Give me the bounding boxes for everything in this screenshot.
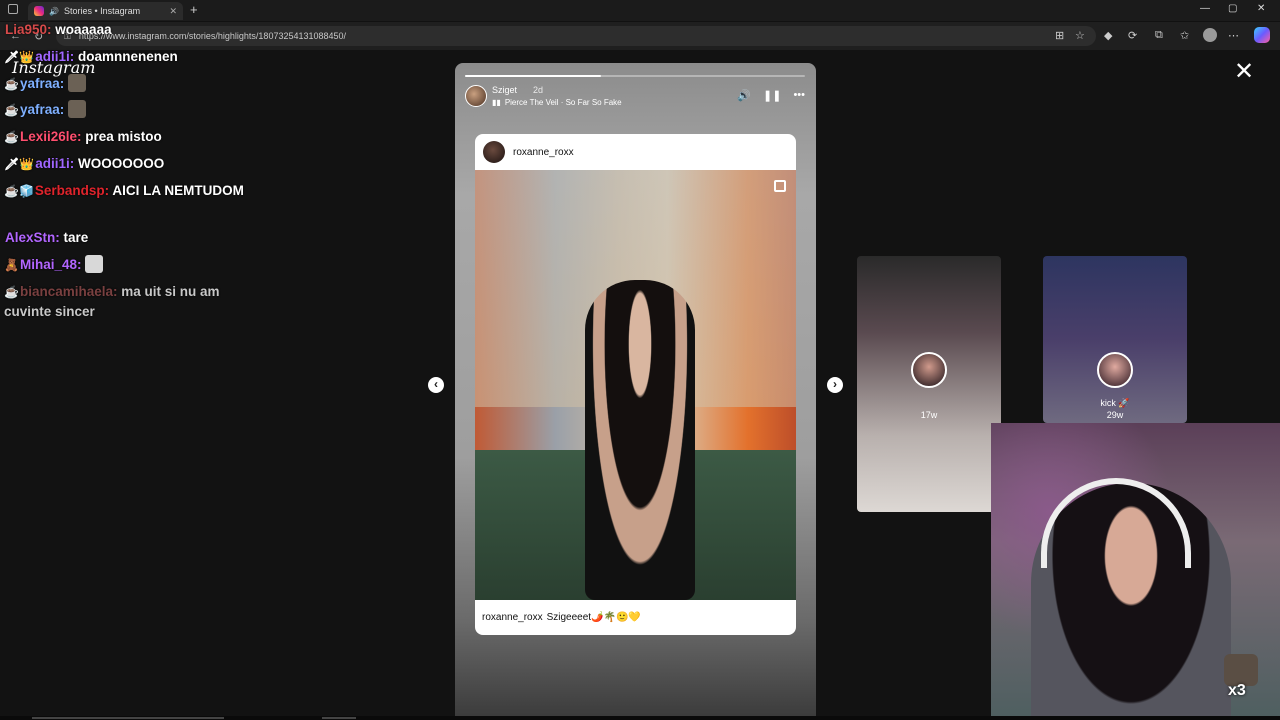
chat-text: doamnnenenen <box>77 49 178 64</box>
chat-message: ☕biancamihaela: ma uit si nu am cuvinte … <box>4 282 244 322</box>
favorite-star-icon[interactable]: ☆ <box>1075 29 1085 42</box>
chat-badges: ☕🧊 <box>4 184 34 198</box>
chat-username: yafraa: <box>19 76 65 91</box>
caption-text: Szigeeeet🌶️🌴🙂💛 <box>546 612 641 623</box>
chat-badges: ☕ <box>4 130 19 144</box>
story-preview[interactable]: kick 🚀 29w <box>1043 256 1187 423</box>
bottom-bar <box>0 716 1280 720</box>
music-bars-icon: ▮▮ <box>492 98 501 107</box>
chat-badges: ☕ <box>4 77 19 91</box>
chat-text: WOOOOOOO <box>77 156 165 171</box>
chat-text: tare <box>63 230 89 245</box>
story-progress-bar <box>465 75 805 77</box>
story-song[interactable]: ▮▮ Pierce The Veil · So Far So Fake <box>492 98 622 107</box>
chat-message: 🗡👑adii1i: doamnnenenen <box>4 47 244 67</box>
tab-close-icon[interactable]: ✕ <box>169 6 177 17</box>
preview-avatar <box>911 352 947 388</box>
chat-badges: 🧸 <box>4 258 19 272</box>
story-progress-fill <box>465 75 601 77</box>
profile-avatar[interactable] <box>1203 28 1217 42</box>
multiplier-text: x3 <box>1228 682 1246 699</box>
chat-badges: 🗡👑 <box>4 50 35 64</box>
browser-tab-bar: 🔊 Stories • Instagram ✕ + — ▢ ✕ <box>0 0 1280 22</box>
chat-username: yafraa: <box>19 102 65 117</box>
story-header: Sziget 2d ▮▮ Pierce The Veil · So Far So… <box>465 85 805 109</box>
settings-more-icon[interactable]: ⋯ <box>1228 29 1239 42</box>
chat-username: adii1i: <box>35 49 75 64</box>
story-avatar[interactable] <box>465 85 487 107</box>
post-caption: roxanne_roxx Szigeeeet🌶️🌴🙂💛 <box>475 600 796 635</box>
story-preview[interactable]: 17w <box>857 256 1001 512</box>
chat-username: Lia950: <box>5 22 52 37</box>
image-person <box>585 280 695 600</box>
chat-badges: ☕ <box>4 285 19 299</box>
instagram-favicon-icon <box>34 6 44 16</box>
maximize-button[interactable]: ▢ <box>1228 3 1237 14</box>
new-tab-button[interactable]: + <box>190 2 198 17</box>
dog-emote-icon <box>68 100 86 118</box>
app-available-icon[interactable]: ⊞ <box>1055 29 1064 42</box>
chat-username: Lexii26le: <box>19 129 82 144</box>
post-avatar[interactable] <box>483 141 505 163</box>
chat-message: 🧸Mihai_48: <box>4 255 244 275</box>
post-header: roxanne_roxx <box>475 134 796 170</box>
speaker-icon[interactable]: 🔊 <box>49 7 59 16</box>
split-screen-icon[interactable]: ⧉ <box>1155 29 1163 42</box>
chat-username: adii1i: <box>35 156 75 171</box>
preview-avatar <box>1097 352 1133 388</box>
bottom-segment <box>322 717 356 719</box>
chat-message: AlexStn: tare <box>4 228 244 248</box>
bottom-segment <box>32 717 224 719</box>
close-story-button[interactable]: ✕ <box>1234 60 1254 84</box>
story-username[interactable]: Sziget <box>492 85 517 95</box>
preview-age: 29w <box>1106 410 1124 420</box>
pause-icon[interactable]: ❚❚ <box>763 89 781 102</box>
chat-message: ☕🧊Serbandsp: AICI LA NEMTUDOM <box>4 181 244 201</box>
close-window-button[interactable]: ✕ <box>1257 3 1265 14</box>
chat-badges: ☕ <box>4 103 19 117</box>
extension-puzzle-icon[interactable]: ⟳ <box>1128 29 1137 42</box>
chat-message: ☕yafraa: <box>4 74 244 94</box>
story-viewer[interactable]: Sziget 2d ▮▮ Pierce The Veil · So Far So… <box>455 63 816 720</box>
chat-username: Serbandsp: <box>34 183 110 198</box>
cat-emote-icon <box>85 255 104 273</box>
chat-username: Mihai_48: <box>19 257 82 272</box>
tab-actions-icon[interactable] <box>8 4 18 14</box>
preview-age: 17w <box>920 410 938 420</box>
volume-icon[interactable]: 🔊 <box>737 89 751 102</box>
chat-message: ☕Lexii26le: prea mistoo <box>4 127 244 147</box>
favorites-icon[interactable]: ✩ <box>1180 29 1189 42</box>
previous-story-button[interactable]: ‹ <box>428 377 444 393</box>
next-story-button[interactable]: › <box>827 377 843 393</box>
chat-text: prea mistoo <box>85 129 162 144</box>
story-controls: 🔊 ❚❚ ••• <box>737 89 805 102</box>
tab-title: Stories • Instagram <box>63 6 141 16</box>
chat-message: ☕yafraa: <box>4 100 244 120</box>
chat-text: woaaaaa <box>55 22 112 37</box>
multiplier-badge: x3 <box>1224 654 1260 702</box>
caption-username[interactable]: roxanne_roxx <box>482 612 543 623</box>
dog-emote-icon <box>68 74 86 92</box>
chat-message: 🗡👑adii1i: WOOOOOOO <box>4 154 244 174</box>
browser-tab[interactable]: 🔊 Stories • Instagram ✕ <box>28 2 183 20</box>
extension-icon[interactable]: ◆ <box>1104 29 1112 42</box>
shared-post[interactable]: roxanne_roxx roxanne_roxx Szigeeeet🌶️🌴🙂💛 <box>475 134 796 635</box>
story-time: 2d <box>533 85 544 95</box>
story-song-title: Pierce The Veil · So Far So Fake <box>504 98 622 107</box>
chat-message: Lia950: woaaaaa <box>4 20 244 40</box>
minimize-button[interactable]: — <box>1200 3 1210 14</box>
chat-username: AlexStn: <box>5 230 60 245</box>
copilot-icon[interactable] <box>1254 27 1270 43</box>
chat-username: biancamihaela: <box>19 284 118 299</box>
preview-label: kick 🚀 <box>1100 398 1130 408</box>
more-options-icon[interactable]: ••• <box>793 89 805 102</box>
chat-badges: 🗡👑 <box>4 157 35 171</box>
carousel-icon <box>774 180 786 192</box>
post-username[interactable]: roxanne_roxx <box>513 147 574 158</box>
post-image[interactable] <box>475 170 796 600</box>
chat-text: AICI LA NEMTUDOM <box>112 183 244 198</box>
